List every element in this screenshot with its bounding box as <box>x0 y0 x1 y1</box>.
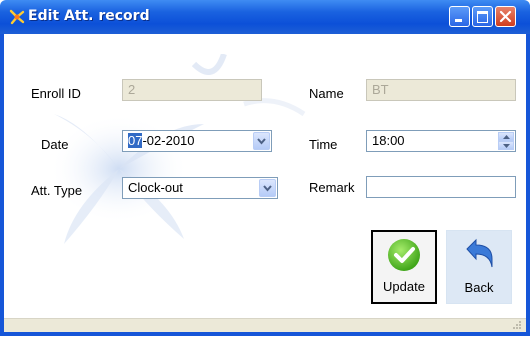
name-label: Name <box>309 86 344 101</box>
date-dropdown-button[interactable] <box>253 132 270 150</box>
time-label: Time <box>309 137 338 152</box>
att-type-value: Clock-out <box>128 180 183 195</box>
window-frame-right <box>526 34 530 334</box>
enroll-id-field: 2 <box>122 79 262 101</box>
close-button[interactable] <box>495 6 516 27</box>
checkmark-icon <box>388 239 420 271</box>
window-title: Edit Att. record <box>28 8 150 24</box>
close-icon <box>499 10 512 23</box>
time-spin-down[interactable] <box>498 141 514 150</box>
att-type-select[interactable]: Clock-out <box>122 177 278 199</box>
enroll-id-value: 2 <box>128 82 136 97</box>
resize-grip-icon[interactable] <box>512 320 522 330</box>
att-type-label: Att. Type <box>31 183 83 198</box>
date-day-selected: 07 <box>128 133 143 148</box>
back-button[interactable]: Back <box>446 230 512 304</box>
remark-label: Remark <box>309 180 355 195</box>
date-picker[interactable]: 07-02-2010 <box>122 130 272 152</box>
date-label: Date <box>41 137 69 152</box>
time-field[interactable]: 18:00 <box>366 130 516 152</box>
minimize-button[interactable] <box>449 6 470 27</box>
update-button[interactable]: Update <box>371 230 437 304</box>
app-icon <box>9 9 25 25</box>
maximize-button[interactable] <box>472 6 493 27</box>
back-button-label: Back <box>464 280 494 295</box>
enroll-id-label: Enroll ID <box>31 86 81 101</box>
name-value: BT <box>372 82 389 97</box>
status-bar <box>4 318 526 333</box>
chevron-down-icon <box>263 185 272 192</box>
date-value-rest: -02-2010 <box>142 133 195 148</box>
time-value: 18:00 <box>372 133 405 148</box>
edit-att-record-window: Edit Att. record Enroll ID 2 Name BT Dat… <box>0 0 530 336</box>
title-bar[interactable]: Edit Att. record <box>0 0 530 34</box>
update-button-label: Update <box>383 279 425 294</box>
back-arrow-icon <box>466 238 493 268</box>
window-frame-bottom <box>0 332 530 336</box>
arrow-up-icon <box>503 135 510 139</box>
chevron-down-icon <box>257 138 266 145</box>
remark-field[interactable] <box>366 176 516 198</box>
name-field: BT <box>366 79 516 101</box>
time-spin-up[interactable] <box>498 132 514 141</box>
arrow-down-icon <box>503 144 510 148</box>
time-spinner[interactable] <box>498 132 514 150</box>
att-type-dropdown-button[interactable] <box>259 179 276 197</box>
